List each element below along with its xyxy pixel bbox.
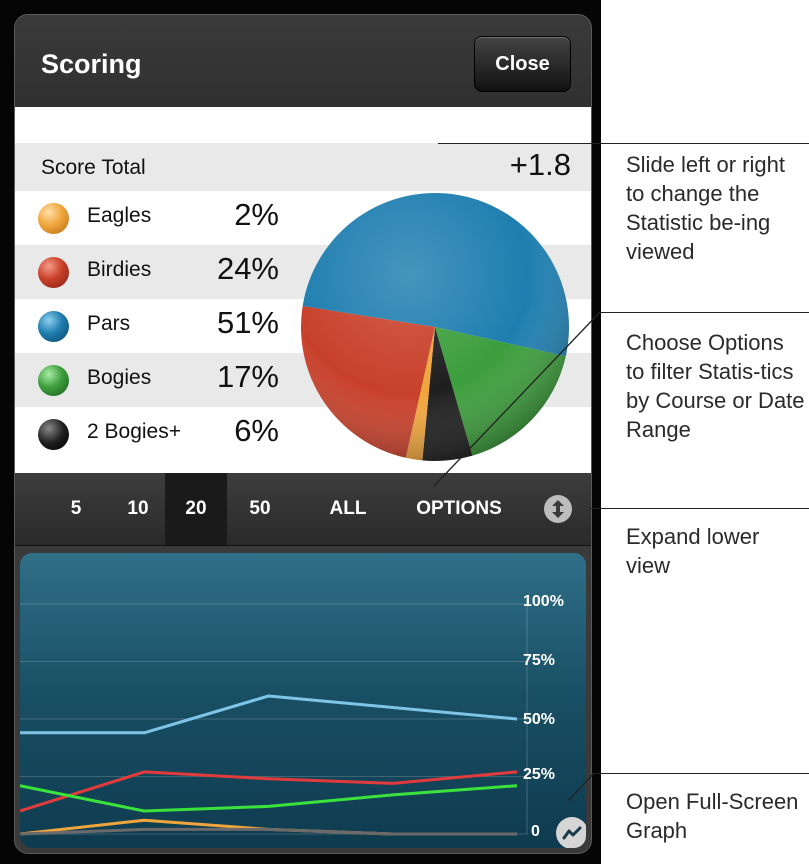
stat-name: Bogies [87, 366, 152, 389]
y-tick-label: 25% [523, 766, 556, 783]
stat-percent: 6% [234, 413, 279, 448]
callout-options: Choose Options to filter Statis-tics by … [626, 330, 805, 442]
callout-line [593, 773, 809, 774]
y-tick-label: 100% [523, 593, 564, 610]
options-callout-pointer [433, 311, 601, 487]
birdies-color-dot [38, 257, 69, 288]
y-tick-label: 0 [531, 823, 540, 840]
score-total-value: +1.8 [509, 147, 571, 182]
callout-line [590, 508, 809, 509]
series-line-1 [20, 694, 518, 735]
series-line-3 [20, 784, 518, 813]
expand-vertical-icon[interactable] [544, 495, 572, 523]
range-20-button[interactable]: 20 [165, 473, 227, 545]
callout-expand: Expand lower view [626, 524, 760, 578]
graph-fullscreen-icon[interactable] [556, 817, 586, 848]
callout-line [438, 143, 809, 144]
eagles-color-dot [38, 203, 69, 234]
close-button[interactable]: Close [474, 36, 571, 92]
trend-graph-panel: 100% 75% 50% 25% 0 [20, 553, 586, 848]
stat-percent: 51% [216, 305, 279, 340]
stat-name: Pars [87, 312, 131, 335]
range-10-button[interactable]: 10 [107, 473, 169, 545]
stat-percent: 17% [216, 359, 279, 394]
stat-percent: 2% [234, 197, 279, 232]
popup-header: Scoring Close [15, 15, 591, 107]
stat-name: Eagles [87, 204, 152, 227]
range-50-button[interactable]: 50 [229, 473, 291, 545]
fullscreen-callout-pointer [567, 772, 595, 802]
popup-title: Scoring [41, 49, 142, 79]
stat-percent: 24% [216, 251, 279, 286]
range-5-button[interactable]: 5 [51, 473, 101, 545]
double-bogies-color-dot [38, 419, 69, 450]
callout-statistic-slide: Slide left or right to change the Statis… [626, 152, 785, 264]
score-total-label: Score Total [41, 156, 146, 179]
stat-name: Birdies [87, 258, 152, 281]
series-line-5 [20, 827, 517, 836]
pars-color-dot [38, 311, 69, 342]
range-all-button[interactable]: ALL [307, 473, 389, 545]
bogies-color-dot [38, 365, 69, 396]
y-tick-label: 75% [523, 652, 556, 669]
callout-line [598, 312, 809, 313]
callout-fullscreen: Open Full-Screen Graph [626, 789, 799, 843]
y-tick-label: 50% [523, 711, 556, 728]
trend-line-chart [20, 599, 528, 836]
score-total-row: Score Total +1.8 [15, 143, 591, 191]
